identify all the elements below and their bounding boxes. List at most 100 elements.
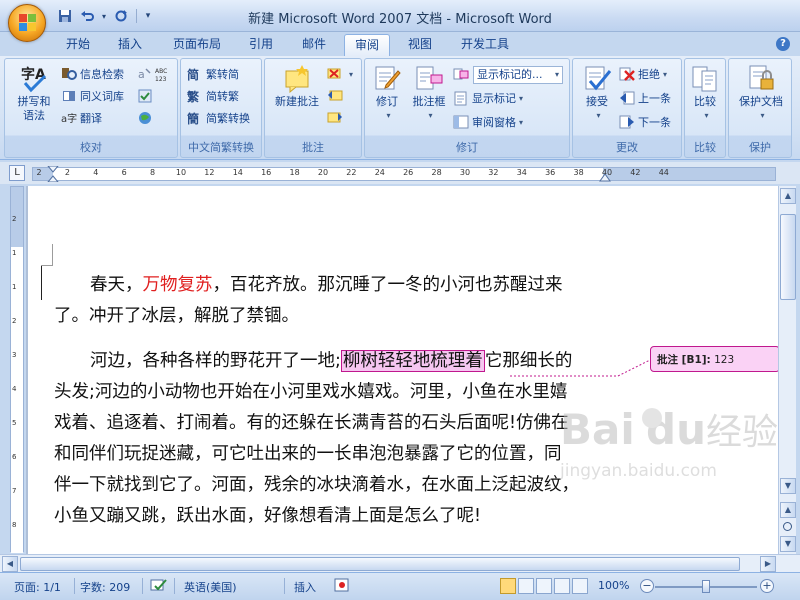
previous-change-button[interactable]: 上一条: [619, 89, 671, 107]
lock-icon: [746, 63, 776, 93]
compare-button[interactable]: 比较 ▾: [687, 63, 723, 123]
show-markup-label: 显示标记: [472, 92, 516, 105]
spelling-grammar-button[interactable]: 字A 拼写和 语法: [9, 63, 59, 123]
vruler-number: 4: [12, 385, 17, 393]
next-change-button[interactable]: 下一条: [619, 113, 671, 131]
translation-tooltip-button[interactable]: a: [137, 65, 156, 83]
macro-record-icon[interactable]: [334, 577, 350, 596]
next-comment-button[interactable]: [327, 109, 346, 127]
horizontal-scroll-thumb[interactable]: [20, 557, 740, 571]
tab-selector-button[interactable]: L: [9, 165, 25, 181]
document-area: 春天，万物复苏，百花齐放。那沉睡了一冬的小河也苏醒过来 了。冲开了冰层，解脱了禁…: [26, 186, 778, 554]
tab-mailings[interactable]: 邮件: [292, 34, 336, 56]
word-count[interactable]: 字数: 209: [80, 579, 130, 595]
previous-comment-button[interactable]: [327, 87, 346, 105]
vertical-scroll-thumb[interactable]: [780, 214, 796, 300]
vruler-number: 2: [12, 317, 17, 325]
ruler-number: 20: [317, 168, 329, 177]
ruler-number: 6: [121, 168, 127, 177]
scroll-up-icon[interactable]: ▲: [780, 188, 796, 204]
tab-developer[interactable]: 开发工具: [450, 34, 520, 56]
ruler-number: 18: [289, 168, 300, 177]
set-language-button[interactable]: [137, 87, 156, 105]
word-count-button[interactable]: [137, 109, 156, 127]
research-button[interactable]: 信息检索: [61, 65, 124, 83]
comment-balloon[interactable]: 批注 [B1]: 123: [650, 346, 778, 372]
tab-page-layout[interactable]: 页面布局: [162, 34, 232, 56]
show-markup-button[interactable]: 显示标记 ▾: [453, 89, 523, 107]
chinese-convert-label: 简繁转换: [206, 112, 250, 125]
language-indicator[interactable]: 英语(美国): [184, 579, 237, 595]
protect-document-button[interactable]: 保护文档 ▾: [731, 63, 791, 123]
commented-text[interactable]: 柳树轻轻地梳理着: [340, 350, 485, 372]
page-indicator[interactable]: 页面: 1/1: [14, 579, 61, 595]
scroll-left-icon[interactable]: ◀: [2, 556, 18, 572]
full-screen-reading-view-icon[interactable]: [518, 578, 534, 594]
draft-view-icon[interactable]: [572, 578, 588, 594]
scroll-right-icon[interactable]: ▶: [760, 556, 776, 572]
group-comments: 新建批注 ▾ 批注: [264, 58, 362, 158]
proofing-status-icon[interactable]: [150, 577, 168, 596]
tab-home[interactable]: 开始: [56, 34, 100, 56]
delete-comment-button[interactable]: ▾: [327, 65, 353, 83]
translate-label: 翻译: [80, 112, 102, 125]
group-chinese-conversion: 简 繁转简 繁 简转繁 簡 简繁转换 中文简繁转换: [180, 58, 262, 158]
thesaurus-button[interactable]: 同义词库: [61, 87, 124, 105]
outline-view-icon[interactable]: [554, 578, 570, 594]
zoom-level[interactable]: 100%: [598, 579, 629, 592]
ruler-number: 32: [488, 168, 499, 177]
trad-to-simp-label: 繁转简: [206, 68, 239, 81]
group-chinese-conversion-label: 中文简繁转换: [188, 141, 254, 154]
translate-icon: a字: [61, 110, 77, 126]
new-comment-button[interactable]: 新建批注: [269, 63, 325, 109]
vertical-scrollbar[interactable]: ▲ ▼ ▲ ▼: [778, 186, 796, 554]
ruler-number: 14: [232, 168, 243, 177]
tab-insert[interactable]: 插入: [108, 34, 152, 56]
ruler-number: 12: [204, 168, 215, 177]
zoom-out-icon[interactable]: −: [640, 579, 654, 593]
trad-to-simp-icon: 简: [187, 66, 203, 82]
new-comment-label: 新建批注: [275, 95, 319, 108]
abc-icon[interactable]: ABC 123: [155, 65, 174, 83]
print-layout-view-icon[interactable]: [500, 578, 516, 594]
translate-button[interactable]: a字 翻译: [61, 109, 102, 127]
svg-text:簡: 簡: [187, 111, 199, 126]
zoom-in-icon[interactable]: +: [760, 579, 774, 593]
horizontal-scrollbar[interactable]: ◀ ▶: [0, 554, 800, 572]
balloons-button[interactable]: 批注框 ▾: [407, 63, 451, 123]
set-language-icon: [137, 88, 153, 104]
previous-page-icon[interactable]: ▲: [780, 502, 796, 518]
crop-mark: [41, 244, 53, 266]
document-page[interactable]: 春天，万物复苏，百花齐放。那沉睡了一冬的小河也苏醒过来 了。冲开了冰层，解脱了禁…: [28, 186, 778, 554]
insert-mode[interactable]: 插入: [294, 579, 316, 595]
zoom-slider-thumb[interactable]: [702, 580, 710, 593]
track-changes-button[interactable]: 修订 ▾: [367, 63, 407, 123]
chinese-convert-button[interactable]: 簡 简繁转换: [187, 109, 250, 127]
tab-references[interactable]: 引用: [240, 34, 282, 56]
ribbon: 字A 拼写和 语法 信息检索 同义词库 a字 翻译 a ABC 123 校对 简…: [0, 56, 800, 160]
scroll-down-icon[interactable]: ▼: [780, 478, 796, 494]
horizontal-ruler[interactable]: 2 2 4 6 8 10 12 14 16 18 20 22 24 26 28 30 32 34 36 38 40 42 4…: [32, 166, 776, 184]
indent-marker-icon[interactable]: [47, 166, 59, 182]
trad-to-simp-button[interactable]: 简 繁转简: [187, 65, 239, 83]
right-indent-marker-icon[interactable]: [599, 174, 611, 184]
accept-button[interactable]: 接受 ▾: [577, 63, 617, 123]
new-comment-icon: [282, 63, 312, 94]
next-page-icon[interactable]: ▼: [780, 536, 796, 552]
tab-review[interactable]: 审阅: [344, 34, 390, 56]
browse-object-icon[interactable]: [783, 522, 792, 531]
web-layout-view-icon[interactable]: [536, 578, 552, 594]
reviewing-pane-icon: [453, 114, 469, 130]
vertical-ruler[interactable]: 21123456789: [10, 186, 24, 563]
reject-button[interactable]: 拒绝 ▾: [619, 65, 667, 83]
office-button[interactable]: [8, 4, 46, 42]
research-label: 信息检索: [80, 68, 124, 81]
display-for-review-dropdown[interactable]: 显示标记的... ▾: [473, 66, 563, 84]
help-icon[interactable]: ?: [776, 37, 790, 51]
simp-to-trad-button[interactable]: 繁 简转繁: [187, 87, 239, 105]
tab-view[interactable]: 视图: [398, 34, 442, 56]
vruler-number: 6: [12, 453, 17, 461]
ruler-row: L 2 2 4 6 8 10 12 14 16 18 20 22 24 26 28 30 32 34 36 38 40 4…: [0, 162, 800, 184]
translation-tooltip-icon: a: [137, 66, 153, 82]
reviewing-pane-button[interactable]: 审阅窗格 ▾: [453, 113, 523, 131]
